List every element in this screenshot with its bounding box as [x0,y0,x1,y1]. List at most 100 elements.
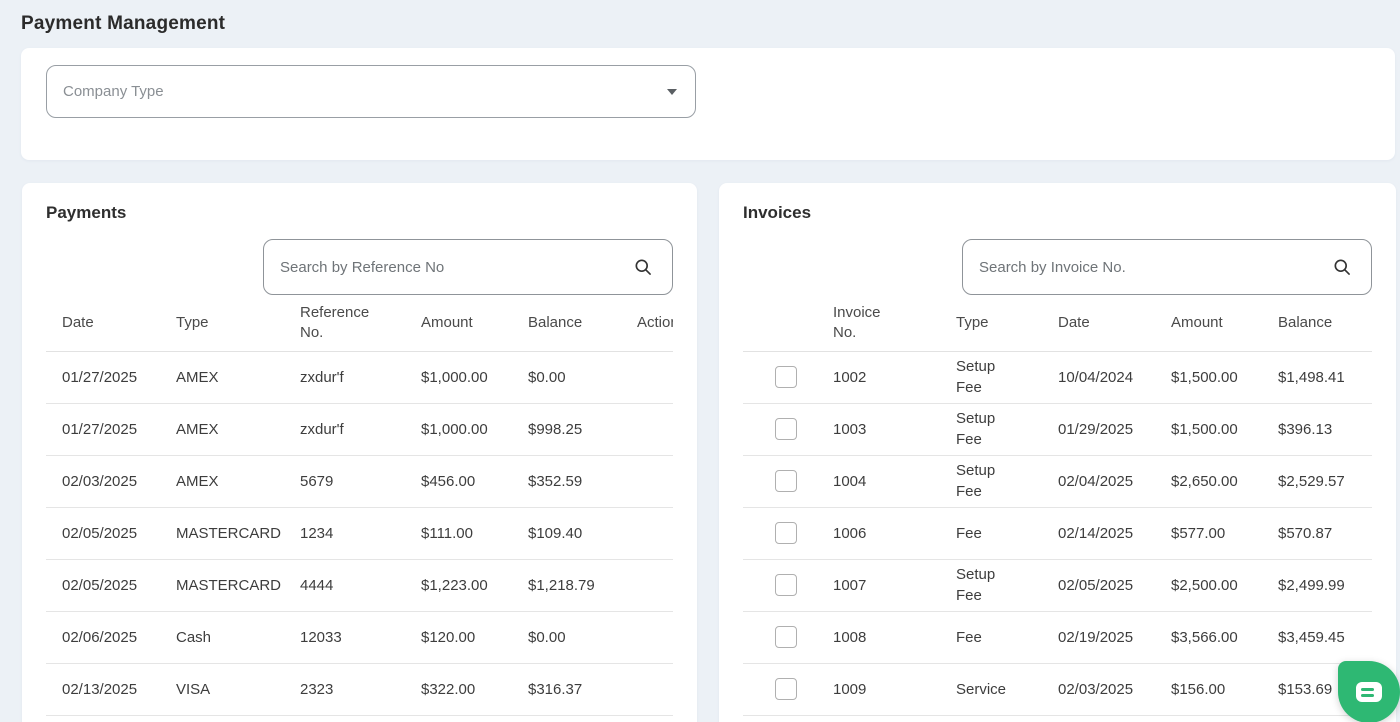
payment-reference-cell: zxdur'f [284,403,405,455]
payment-balance-cell: $1,218.79 [512,559,621,611]
invoice-checkbox-cell [743,403,817,455]
invoice-type-cell: Service [940,663,1042,715]
payment-reference-cell: 5679 [284,455,405,507]
chat-bubble-icon [1356,682,1382,702]
table-row[interactable]: 1006 Fee 02/14/2025 $577.00 $570.87 [743,507,1372,559]
invoice-balance-cell: $2,499.99 [1262,559,1372,611]
payments-search-box [263,239,673,295]
invoice-date-cell: 02/05/2025 [1042,559,1155,611]
payment-type-cell: VISA [160,663,284,715]
table-row[interactable]: 01/27/2025 AMEX zxdur'f $1,000.00 $998.2… [46,403,673,455]
payment-type-cell: Cash [160,611,284,663]
payment-balance-cell: $109.40 [512,507,621,559]
invoice-type-cell: Fee [940,611,1042,663]
payment-reference-cell: 4444 [284,559,405,611]
payment-balance-cell: $352.59 [512,455,621,507]
payment-balance-cell: $998.25 [512,403,621,455]
invoice-checkbox-cell [743,507,817,559]
table-row[interactable]: 02/03/2025 AMEX 5679 $456.00 $352.59 [46,455,673,507]
payment-balance-cell: $0.00 [512,351,621,403]
invoices-header-row: Invoice No. Type Date Amount Balance [743,295,1372,351]
invoice-checkbox-cell [743,455,817,507]
column-header-balance: Balance [512,295,621,351]
payment-date-cell: 02/05/2025 [46,559,160,611]
payment-actions-cell [621,611,673,663]
invoice-amount-cell: $2,650.00 [1155,455,1262,507]
invoice-date-cell: 10/04/2024 [1042,351,1155,403]
column-header-actions: Actions [621,295,673,351]
row-checkbox[interactable] [775,626,797,648]
invoice-number-cell: 1007 [817,559,940,611]
payment-type-cell: AMEX [160,351,284,403]
table-row[interactable]: 1002 Setup Fee 10/04/2024 $1,500.00 $1,4… [743,351,1372,403]
invoice-date-cell: 02/04/2025 [1042,455,1155,507]
table-row[interactable]: 02/05/2025 MASTERCARD 4444 $1,223.00 $1,… [46,559,673,611]
payment-balance-cell: $0.00 [512,611,621,663]
invoice-balance-cell: $396.13 [1262,403,1372,455]
payment-type-cell: AMEX [160,403,284,455]
row-checkbox[interactable] [775,470,797,492]
invoices-search-input[interactable] [962,239,1372,295]
invoice-type-cell: Fee [940,507,1042,559]
invoice-amount-cell: $1,500.00 [1155,351,1262,403]
invoice-number-cell: 1002 [817,351,940,403]
company-type-label: Company Type [63,83,667,100]
payments-search-input[interactable] [263,239,673,295]
invoice-type-cell: Setup Fee [940,351,1042,403]
invoice-number-cell: 1003 [817,403,940,455]
table-row[interactable]: 1003 Setup Fee 01/29/2025 $1,500.00 $396… [743,403,1372,455]
column-header-type: Type [160,295,284,351]
invoices-table-container: Invoice No. Type Date Amount Balance 100… [743,295,1372,716]
row-checkbox[interactable] [775,574,797,596]
company-type-select[interactable]: Company Type [46,65,696,118]
invoice-checkbox-cell [743,351,817,403]
table-row[interactable]: 02/13/2025 VISA 2323 $322.00 $316.37 [46,663,673,715]
payment-actions-cell [621,663,673,715]
payment-date-cell: 02/06/2025 [46,611,160,663]
invoices-table: Invoice No. Type Date Amount Balance 100… [743,295,1372,716]
table-row[interactable]: 1009 Service 02/03/2025 $156.00 $153.69 [743,663,1372,715]
payment-amount-cell: $111.00 [405,507,512,559]
invoice-number-cell: 1006 [817,507,940,559]
chevron-down-icon [667,89,677,95]
invoice-checkbox-cell [743,611,817,663]
invoice-type-cell: Setup Fee [940,559,1042,611]
page-title: Payment Management [0,0,1400,35]
invoice-date-cell: 02/03/2025 [1042,663,1155,715]
payment-date-cell: 01/27/2025 [46,351,160,403]
invoice-amount-cell: $156.00 [1155,663,1262,715]
payment-amount-cell: $456.00 [405,455,512,507]
table-row[interactable]: 01/27/2025 AMEX zxdur'f $1,000.00 $0.00 [46,351,673,403]
payment-reference-cell: 12033 [284,611,405,663]
table-row[interactable]: 1004 Setup Fee 02/04/2025 $2,650.00 $2,5… [743,455,1372,507]
column-header-date: Date [1042,295,1155,351]
row-checkbox[interactable] [775,418,797,440]
invoice-amount-cell: $577.00 [1155,507,1262,559]
payment-type-cell: MASTERCARD [160,507,284,559]
payments-panel: Payments Date Type Reference No. Amoun [22,183,697,722]
invoice-date-cell: 02/19/2025 [1042,611,1155,663]
table-row[interactable]: 1008 Fee 02/19/2025 $3,566.00 $3,459.45 [743,611,1372,663]
payment-date-cell: 02/03/2025 [46,455,160,507]
table-row[interactable]: 02/06/2025 Cash 12033 $120.00 $0.00 [46,611,673,663]
invoice-amount-cell: $1,500.00 [1155,403,1262,455]
panels-row: Payments Date Type Reference No. Amoun [0,160,1400,722]
row-checkbox[interactable] [775,678,797,700]
invoice-balance-cell: $3,459.45 [1262,611,1372,663]
invoice-type-cell: Setup Fee [940,403,1042,455]
payments-header-row: Date Type Reference No. Amount Balance A… [46,295,673,351]
row-checkbox[interactable] [775,366,797,388]
payment-balance-cell: $316.37 [512,663,621,715]
invoice-number-cell: 1009 [817,663,940,715]
payment-date-cell: 02/13/2025 [46,663,160,715]
table-row[interactable]: 1007 Setup Fee 02/05/2025 $2,500.00 $2,4… [743,559,1372,611]
row-checkbox[interactable] [775,522,797,544]
payment-reference-cell: zxdur'f [284,351,405,403]
table-row[interactable]: 02/05/2025 MASTERCARD 1234 $111.00 $109.… [46,507,673,559]
payment-amount-cell: $120.00 [405,611,512,663]
payment-actions-cell [621,455,673,507]
column-header-type: Type [940,295,1042,351]
chat-launcher-button[interactable] [1338,661,1400,722]
invoice-amount-cell: $2,500.00 [1155,559,1262,611]
invoice-amount-cell: $3,566.00 [1155,611,1262,663]
